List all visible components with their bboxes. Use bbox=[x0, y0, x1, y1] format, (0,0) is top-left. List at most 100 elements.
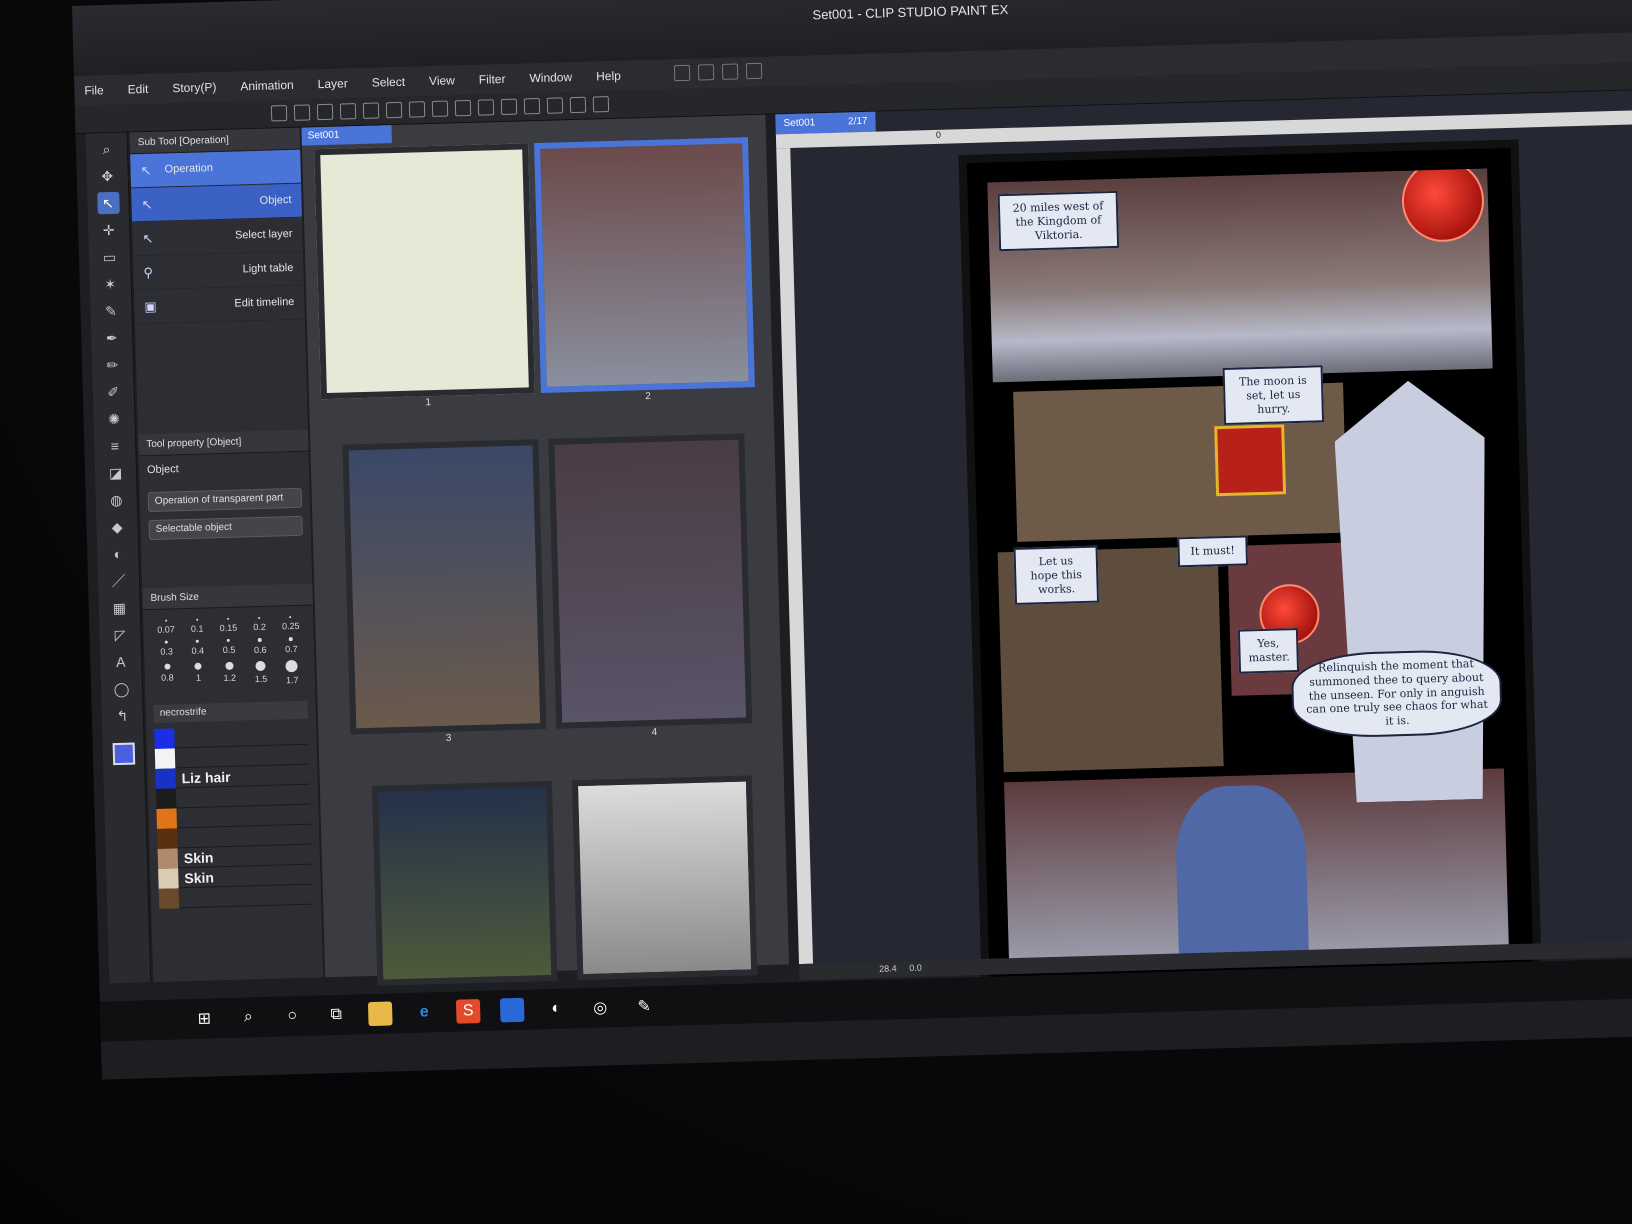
brush-size-option[interactable]: 1.2 bbox=[215, 661, 245, 687]
menu-window[interactable]: Window bbox=[529, 70, 572, 85]
canvas-area[interactable]: Set001 2/17 0 20 miles west of the Kingd… bbox=[775, 90, 1632, 995]
menu-animation[interactable]: Animation bbox=[240, 78, 294, 93]
zoom-value[interactable]: 28.4 bbox=[879, 963, 897, 973]
subtool-select-layer[interactable]: ↖ Select layer bbox=[132, 217, 303, 257]
operation-icon[interactable]: ↖ bbox=[96, 191, 120, 215]
paste-icon[interactable] bbox=[362, 102, 380, 119]
frame-border-icon[interactable]: ▦ bbox=[108, 597, 131, 620]
text-icon[interactable]: A bbox=[110, 651, 133, 674]
undo-icon[interactable] bbox=[385, 101, 403, 119]
decoration-icon[interactable]: ≡ bbox=[103, 435, 126, 458]
windows-icon[interactable]: ⊞ bbox=[192, 1006, 217, 1031]
brush-size-option[interactable]: 1.5 bbox=[246, 660, 276, 687]
brush-size-option[interactable]: 0.15 bbox=[214, 617, 244, 633]
page-thumbnail-5[interactable] bbox=[371, 780, 558, 986]
page-thumbnail-6[interactable] bbox=[571, 775, 758, 981]
subtool-edit-timeline[interactable]: ▣ Edit timeline bbox=[133, 285, 305, 325]
rotation-value[interactable]: 0.0 bbox=[909, 963, 922, 973]
brush-size-option[interactable]: 0.6 bbox=[245, 637, 275, 656]
eyedropper-icon[interactable]: ✎ bbox=[100, 300, 123, 323]
transparent-part-dropdown[interactable]: Operation of transparent part bbox=[147, 487, 303, 513]
clip-studio-icon[interactable] bbox=[721, 63, 739, 80]
invert-selection-icon[interactable] bbox=[523, 97, 541, 115]
brush-icon[interactable]: ✐ bbox=[102, 381, 125, 404]
snap-special-ruler-icon[interactable] bbox=[592, 96, 610, 113]
menu-view[interactable]: View bbox=[429, 73, 455, 88]
clear-icon[interactable] bbox=[431, 100, 449, 117]
brush-size-option[interactable]: 0.7 bbox=[277, 637, 307, 655]
main-color-swatch[interactable] bbox=[112, 742, 135, 766]
sketchbook-icon[interactable]: S bbox=[455, 998, 481, 1024]
brush-size-option[interactable]: 0.1 bbox=[182, 618, 212, 634]
file-explorer-icon[interactable] bbox=[367, 1001, 393, 1027]
menu-story[interactable]: Story(P) bbox=[172, 80, 216, 95]
layer-move-icon[interactable]: ✛ bbox=[97, 219, 120, 242]
subtool-light-table[interactable]: ⚲ Light table bbox=[133, 251, 304, 291]
airbrush-icon[interactable]: ✺ bbox=[103, 408, 126, 431]
page-thumbnail-1[interactable]: 1 bbox=[314, 143, 535, 408]
menu-filter[interactable]: Filter bbox=[479, 72, 506, 87]
snap-grid-icon[interactable] bbox=[569, 96, 587, 114]
brush-size-option[interactable]: 0.5 bbox=[214, 638, 244, 656]
new-icon[interactable] bbox=[270, 105, 288, 122]
menu-help[interactable]: Help bbox=[596, 69, 621, 84]
comic-page[interactable]: 20 miles west of the Kingdom of Viktoria… bbox=[958, 139, 1542, 995]
color-swatch-row[interactable] bbox=[158, 884, 314, 909]
figure-icon[interactable]: ／ bbox=[107, 570, 130, 593]
pencil-icon[interactable]: ✏ bbox=[101, 354, 124, 377]
zoom-icon[interactable]: ⌕ bbox=[95, 138, 118, 161]
brush-size-option[interactable]: 0.3 bbox=[152, 640, 182, 658]
open-icon[interactable] bbox=[293, 104, 311, 121]
page-manager-tab[interactable]: Set001 bbox=[301, 125, 392, 146]
fill-icon[interactable]: ◆ bbox=[106, 516, 129, 539]
store-icon[interactable] bbox=[499, 997, 525, 1023]
correct-line-icon[interactable]: ↰ bbox=[111, 705, 134, 728]
brush-size-option[interactable]: 0.8 bbox=[152, 663, 182, 689]
edge-icon[interactable]: e bbox=[412, 1000, 437, 1025]
selection-icon[interactable]: ▭ bbox=[98, 246, 121, 269]
canvas-tab[interactable]: Set001 2/17 bbox=[775, 111, 876, 135]
brush-size-option[interactable]: 0.25 bbox=[276, 616, 306, 632]
deselect-icon[interactable] bbox=[500, 98, 518, 116]
fill-icon[interactable] bbox=[454, 99, 472, 117]
menu-layer[interactable]: Layer bbox=[318, 76, 348, 91]
search-icon[interactable]: ⌕ bbox=[236, 1005, 261, 1030]
ruler-icon[interactable]: ◸ bbox=[109, 624, 132, 647]
brush-size-option[interactable]: 1 bbox=[184, 662, 214, 688]
palette-set-dropdown[interactable]: necrostrife bbox=[153, 700, 308, 723]
subtool-object[interactable]: ↖ Object bbox=[131, 183, 302, 223]
copy-icon[interactable] bbox=[339, 103, 357, 120]
eraser-icon[interactable]: ◪ bbox=[104, 462, 127, 485]
task-view-icon[interactable]: ⧉ bbox=[324, 1003, 349, 1028]
transform-icon[interactable] bbox=[477, 99, 495, 116]
snap-ruler-icon[interactable] bbox=[546, 97, 564, 114]
cortana-icon[interactable]: ○ bbox=[280, 1004, 305, 1029]
balloon-icon[interactable]: ◯ bbox=[110, 678, 133, 701]
brush-size-option[interactable]: 0.4 bbox=[183, 639, 213, 657]
auto-select-icon[interactable]: ✶ bbox=[99, 273, 122, 296]
page-thumbnail-3[interactable]: 3 bbox=[342, 439, 547, 744]
gradient-icon[interactable]: ◐ bbox=[107, 543, 130, 566]
blend-icon[interactable]: ◍ bbox=[105, 489, 128, 512]
undo-icon[interactable] bbox=[673, 64, 691, 82]
brush-size-option[interactable]: 0.2 bbox=[245, 616, 275, 633]
menu-file[interactable]: File bbox=[84, 83, 104, 98]
redo-icon[interactable] bbox=[408, 101, 426, 118]
paint-icon[interactable]: ◐ bbox=[544, 997, 569, 1022]
save-icon[interactable] bbox=[316, 103, 334, 121]
redo-icon[interactable] bbox=[697, 64, 715, 81]
selectable-object-dropdown[interactable]: Selectable object bbox=[148, 515, 303, 541]
brush-size-option[interactable]: 1.7 bbox=[277, 659, 307, 686]
menu-edit[interactable]: Edit bbox=[128, 82, 149, 97]
help-icon[interactable] bbox=[745, 62, 763, 80]
page-thumbnail-4[interactable]: 4 bbox=[548, 433, 753, 738]
page-number: 1 bbox=[425, 397, 432, 409]
move-icon[interactable]: ✥ bbox=[96, 165, 119, 188]
brush-size-option[interactable]: 0.07 bbox=[151, 619, 181, 635]
clip-studio-paint-icon[interactable]: ✎ bbox=[632, 994, 657, 1019]
clip-studio-icon[interactable]: ◎ bbox=[588, 995, 613, 1020]
subtool-group-operation[interactable]: ↖ Operation bbox=[130, 149, 302, 189]
page-thumbnail-2[interactable]: 2 bbox=[534, 137, 755, 402]
menu-select[interactable]: Select bbox=[372, 75, 406, 90]
pen-icon[interactable]: ✒ bbox=[100, 327, 123, 350]
